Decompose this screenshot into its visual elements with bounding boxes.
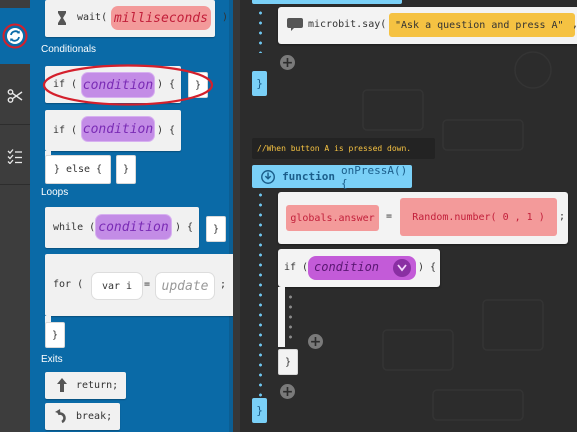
assign-semicolon: ; (559, 211, 566, 222)
if-statement-block[interactable]: if ( condition ) { (278, 249, 440, 287)
top-function-brace-close: } (252, 71, 267, 96)
else-brace-close: } (116, 155, 136, 184)
wait-close: ) (222, 12, 229, 23)
function-brace-close: } (252, 398, 267, 423)
if-close: ) { (418, 262, 437, 273)
assignment-block[interactable]: globals.answer = Random.number( 0 , 1 ) … (278, 192, 568, 244)
function-name: onPressA() { (341, 163, 408, 190)
random-call[interactable]: Random.number( 0 , 1 ) (400, 198, 557, 236)
for-block[interactable]: for ( var i = update ; (45, 254, 233, 316)
if-brace-close: } (278, 349, 298, 375)
wait-block[interactable]: wait( milliseconds ) (45, 0, 228, 37)
milliseconds-param[interactable]: milliseconds (111, 6, 211, 30)
for-eq: = (144, 279, 151, 290)
if-body-dots (289, 292, 292, 344)
add-statement-icon[interactable]: + (280, 55, 295, 70)
arrow-up-icon (57, 378, 67, 392)
for-semicolon: ; (220, 279, 227, 290)
add-function-statement-icon[interactable]: + (280, 384, 295, 399)
function-body-dots (259, 190, 262, 397)
for-var-field[interactable]: var i (91, 272, 143, 300)
else-label: } else { (45, 155, 111, 184)
for-brace-close: } (45, 322, 65, 348)
break-block[interactable]: break; (45, 403, 120, 430)
condition-pill[interactable]: condition (81, 116, 155, 142)
return-label: return; (76, 380, 119, 391)
comment-line[interactable]: //When button A is pressed down. (252, 138, 435, 159)
break-label: break; (76, 411, 113, 422)
assign-target[interactable]: globals.answer (286, 205, 379, 231)
say-call: microbit.say( (308, 19, 387, 30)
highlight-ring (42, 64, 214, 106)
category-loops: Loops (41, 187, 69, 198)
top-block-edge (252, 0, 402, 4)
for-label: for ( (53, 279, 84, 290)
if-else-block[interactable]: if ( condition ) { (45, 110, 181, 151)
while-brace-close: } (206, 216, 226, 242)
condition-dropdown[interactable] (393, 259, 411, 277)
while-block[interactable]: while ( condition ) { (45, 207, 199, 248)
if-spine (278, 287, 285, 347)
function-header[interactable]: function onPressA() { (252, 163, 412, 190)
code-workspace[interactable]: microbit.say( "Ask a question and press … (233, 0, 577, 432)
say-close: , (572, 19, 577, 30)
if-condition-text: condition (314, 260, 380, 274)
button-press-icon (261, 169, 275, 184)
for-update-field[interactable]: update (155, 272, 215, 300)
rail-scissors-button[interactable] (0, 68, 30, 125)
left-tool-rail (0, 0, 30, 432)
return-block[interactable]: return; (45, 372, 126, 399)
checklist-icon (7, 149, 22, 164)
rail-refresh-button[interactable] (0, 8, 30, 64)
wait-label: wait( (77, 12, 108, 23)
if-label: if ( (284, 262, 309, 273)
chevron-down-icon (397, 264, 407, 272)
block-palette: wait( milliseconds ) Conditionals if ( c… (30, 0, 233, 432)
scissors-icon (7, 89, 23, 103)
top-body-dots (259, 8, 262, 53)
if-else-if-label: if ( (53, 125, 78, 136)
speech-bubble-icon (287, 18, 303, 31)
if-condition-pill[interactable]: condition (308, 256, 416, 280)
category-exits: Exits (41, 354, 63, 365)
condition-pill[interactable]: condition (95, 214, 172, 240)
function-keyword: function (282, 170, 336, 183)
add-if-statement-icon[interactable]: + (308, 334, 323, 349)
assign-eq: = (386, 211, 393, 222)
if-else-close: ) { (157, 125, 176, 136)
refresh-icon (2, 23, 28, 49)
while-close: ) { (175, 222, 194, 233)
say-block[interactable]: microbit.say( "Ask a question and press … (278, 7, 577, 44)
break-icon (55, 409, 66, 423)
while-label: while ( (53, 222, 96, 233)
rail-checklist-button[interactable] (0, 128, 30, 185)
say-text-string[interactable]: "Ask a question and press A" (389, 13, 575, 37)
hourglass-icon (58, 11, 66, 25)
category-conditionals: Conditionals (41, 44, 97, 55)
